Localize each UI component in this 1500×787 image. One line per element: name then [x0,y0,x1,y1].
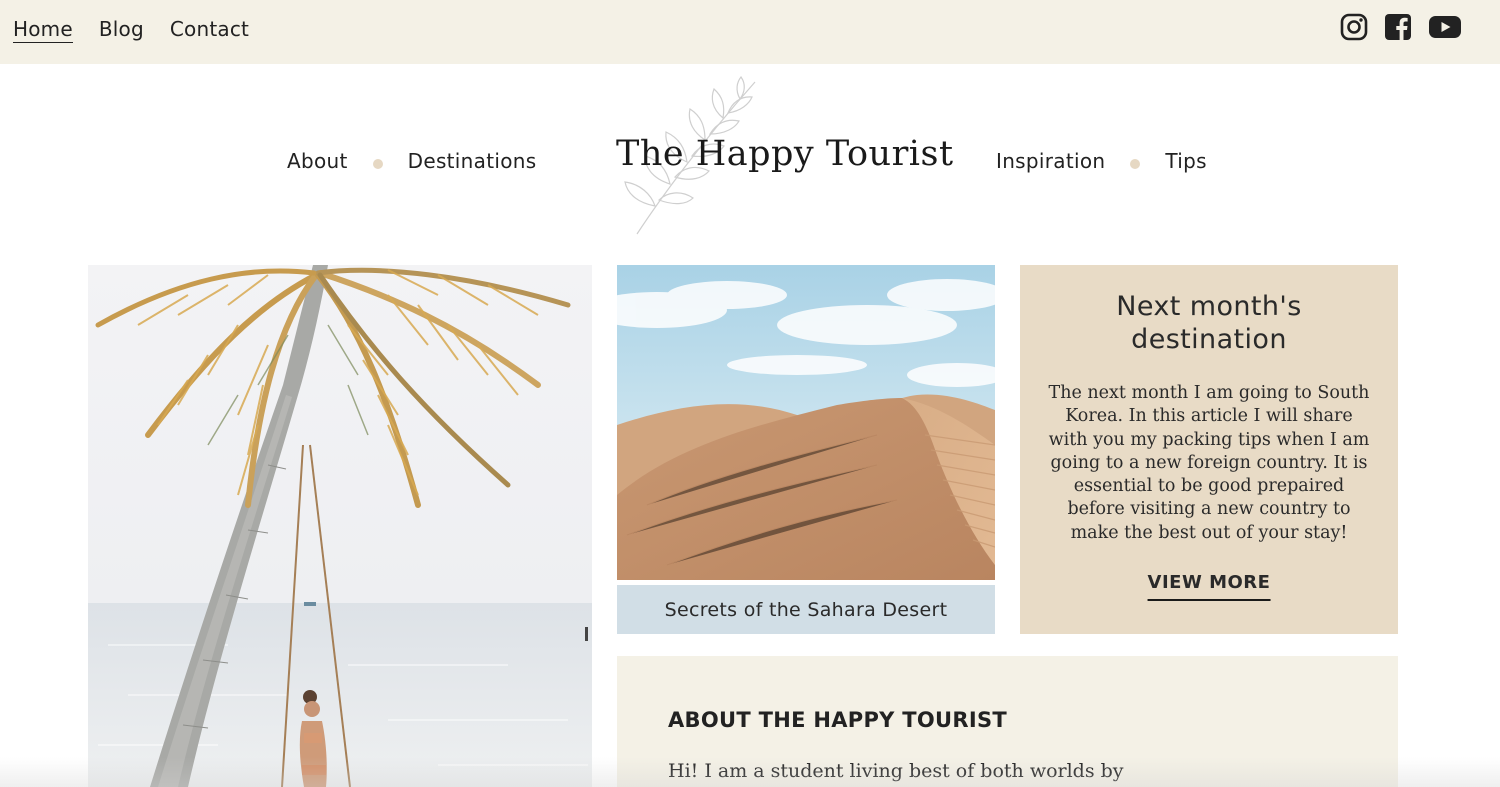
nav-separator-dot [1130,159,1141,169]
top-nav-blog[interactable]: Blog [99,16,144,43]
about-section: ABOUT THE HAPPY TOURIST Hi! I am a stude… [617,656,1398,787]
next-month-body: The next month I am going to South Korea… [1048,383,1370,543]
main-nav-left: About Destinations [287,148,536,174]
top-bar: Home Blog Contact [0,0,1500,64]
about-text: Hi! I am a student living best of both w… [668,760,1124,782]
beach-swing-image [88,265,592,787]
sahara-desert-photo[interactable] [617,265,995,580]
facebook-icon[interactable] [1384,13,1412,41]
sahara-caption[interactable]: Secrets of the Sahara Desert [617,585,995,634]
nav-separator-dot [372,159,383,169]
nav-destinations[interactable]: Destinations [408,148,537,174]
nav-inspiration[interactable]: Inspiration [996,148,1105,174]
top-nav: Home Blog Contact [13,16,249,43]
social-links [1340,13,1462,41]
youtube-icon[interactable] [1428,13,1462,41]
top-nav-contact[interactable]: Contact [170,16,249,43]
next-month-card: Next month's destination The next month … [1020,265,1398,634]
site-logo[interactable]: The Happy Tourist [615,74,953,239]
logo-text: The Happy Tourist [616,134,954,174]
view-more-button[interactable]: VIEW MORE [1147,572,1271,601]
beach-swing-photo[interactable] [88,265,592,787]
desert-dune-image [617,265,995,580]
instagram-icon[interactable] [1340,13,1368,41]
next-month-title: Next month's destination [1116,291,1302,355]
nav-tips[interactable]: Tips [1165,148,1206,174]
top-nav-home[interactable]: Home [13,16,73,43]
nav-about[interactable]: About [287,148,348,174]
about-title: ABOUT THE HAPPY TOURIST [668,708,1008,732]
sahara-caption-text: Secrets of the Sahara Desert [664,598,948,621]
main-nav-right: Inspiration Tips [996,148,1207,174]
